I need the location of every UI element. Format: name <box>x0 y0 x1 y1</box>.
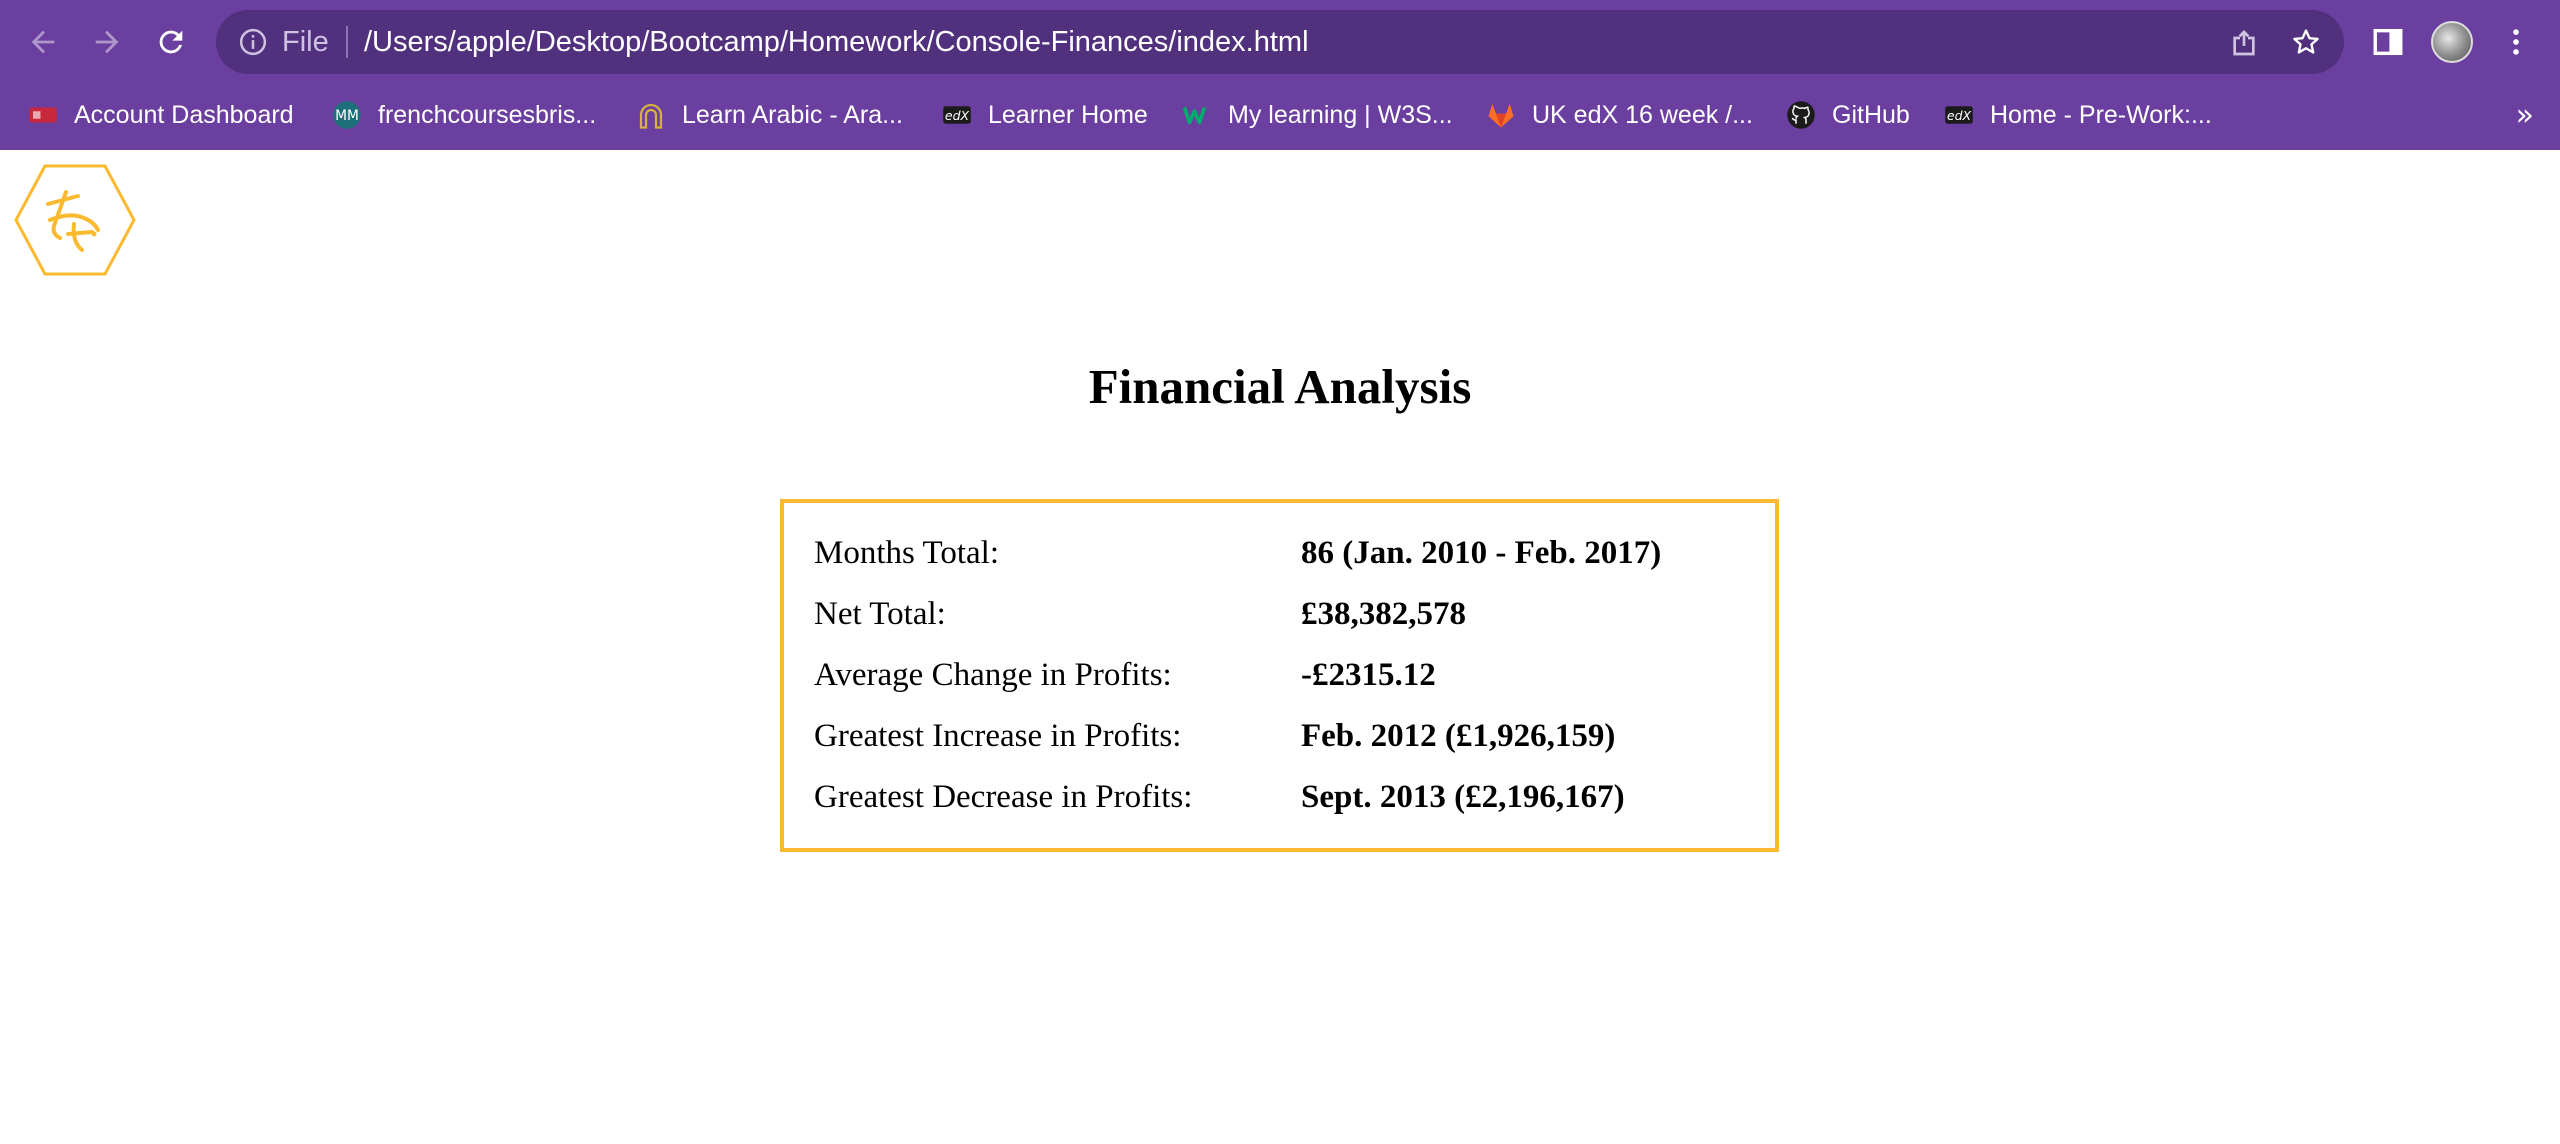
arrow-left-icon <box>31 30 55 54</box>
svg-text:edX: edX <box>1947 108 1972 123</box>
summary-value: 86 (Jan. 2010 - Feb. 2017) <box>1301 535 1662 571</box>
summary-value: Sept. 2013 (£2,196,167) <box>1301 779 1625 815</box>
bookmarks-overflow-button[interactable]: » <box>2516 98 2534 133</box>
summary-row-average-change: Average Change in Profits: -£2315.12 <box>814 651 1745 712</box>
browser-toolbar: File /Users/apple/Desktop/Bootcamp/Homew… <box>0 0 2560 84</box>
bookmark-label: frenchcoursesbris... <box>378 100 597 129</box>
share-icon <box>2233 30 2255 56</box>
arrow-right-icon <box>95 30 119 54</box>
browser-menu-button[interactable] <box>2494 20 2538 64</box>
summary-row-greatest-increase: Greatest Increase in Profits: Feb. 2012 … <box>814 712 1745 773</box>
dashboard-favicon-icon <box>28 100 58 130</box>
mm-favicon-icon: MM <box>332 100 362 130</box>
bookmark-star-button[interactable] <box>2290 26 2322 58</box>
bookmark-learner-home[interactable]: edX Learner Home <box>942 84 1148 146</box>
summary-value: Feb. 2012 (£1,926,159) <box>1301 718 1616 754</box>
bookmark-label: UK edX 16 week /... <box>1532 100 1753 129</box>
bookmark-label: Home - Pre-Work:... <box>1990 100 2212 129</box>
arch-favicon-icon <box>636 100 666 130</box>
url-text[interactable]: /Users/apple/Desktop/Bootcamp/Homework/C… <box>364 10 1309 74</box>
url-scheme-label: File <box>282 26 329 58</box>
github-favicon-icon <box>1786 100 1816 130</box>
summary-label: Greatest Decrease in Profits: <box>814 779 1193 815</box>
bookmark-label: My learning | W3S... <box>1228 100 1453 129</box>
bookmark-label: GitHub <box>1832 100 1910 129</box>
summary-label: Greatest Increase in Profits: <box>814 718 1182 754</box>
summary-value: -£2315.12 <box>1301 657 1436 693</box>
star-icon <box>2293 29 2319 54</box>
financial-summary-box: Months Total: 86 (Jan. 2010 - Feb. 2017)… <box>780 499 1779 852</box>
bookmark-pre-work[interactable]: edX Home - Pre-Work:... <box>1944 84 2212 146</box>
avatar <box>2431 21 2473 63</box>
side-panel-icon <box>2373 28 2403 56</box>
summary-value: £38,382,578 <box>1301 596 1466 632</box>
browser-chrome: File /Users/apple/Desktop/Bootcamp/Homew… <box>0 0 2560 150</box>
summary-label: Net Total: <box>814 596 946 632</box>
bookmark-label: Account Dashboard <box>74 100 294 129</box>
bookmarks-bar: Account Dashboard MM frenchcoursesbris..… <box>0 84 2560 150</box>
hexagon-logo-icon <box>14 164 136 276</box>
info-icon[interactable] <box>238 27 268 57</box>
reload-button[interactable] <box>150 21 192 63</box>
bookmark-uk-edx[interactable]: UK edX 16 week /... <box>1486 84 1753 146</box>
kebab-menu-icon <box>2513 29 2519 55</box>
page-content: Financial Analysis Months Total: 86 (Jan… <box>0 150 2560 1144</box>
share-button[interactable] <box>2228 26 2260 58</box>
summary-label: Average Change in Profits: <box>814 657 1172 693</box>
summary-row-net-total: Net Total: £38,382,578 <box>814 590 1745 651</box>
bookmark-label: Learn Arabic - Ara... <box>682 100 903 129</box>
edx-favicon-icon: edX <box>942 100 972 130</box>
bookmark-w3schools[interactable]: My learning | W3S... <box>1182 84 1453 146</box>
address-bar[interactable]: File /Users/apple/Desktop/Bootcamp/Homew… <box>216 10 2344 74</box>
svg-text:MM: MM <box>335 108 359 124</box>
page-title: Financial Analysis <box>1088 359 1472 414</box>
bookmark-account-dashboard[interactable]: Account Dashboard <box>28 84 294 146</box>
profile-button[interactable] <box>2430 20 2474 64</box>
w3schools-favicon-icon <box>1182 100 1212 130</box>
bookmark-frenchcourses[interactable]: MM frenchcoursesbris... <box>332 84 596 146</box>
summary-row-months-total: Months Total: 86 (Jan. 2010 - Feb. 2017) <box>814 529 1745 590</box>
reload-icon <box>159 30 183 54</box>
bookmark-github[interactable]: GitHub <box>1786 84 1910 146</box>
bookmark-learn-arabic[interactable]: Learn Arabic - Ara... <box>636 84 903 146</box>
bookmark-label: Learner Home <box>988 100 1148 129</box>
back-button[interactable] <box>22 21 64 63</box>
edx-favicon-icon: edX <box>1944 100 1974 130</box>
gitlab-favicon-icon <box>1486 100 1516 130</box>
address-divider <box>346 26 348 58</box>
summary-row-greatest-decrease: Greatest Decrease in Profits: Sept. 2013… <box>814 773 1745 834</box>
svg-text:edX: edX <box>945 108 970 123</box>
forward-button[interactable] <box>86 21 128 63</box>
side-panel-button[interactable] <box>2366 20 2410 64</box>
summary-label: Months Total: <box>814 535 1000 571</box>
